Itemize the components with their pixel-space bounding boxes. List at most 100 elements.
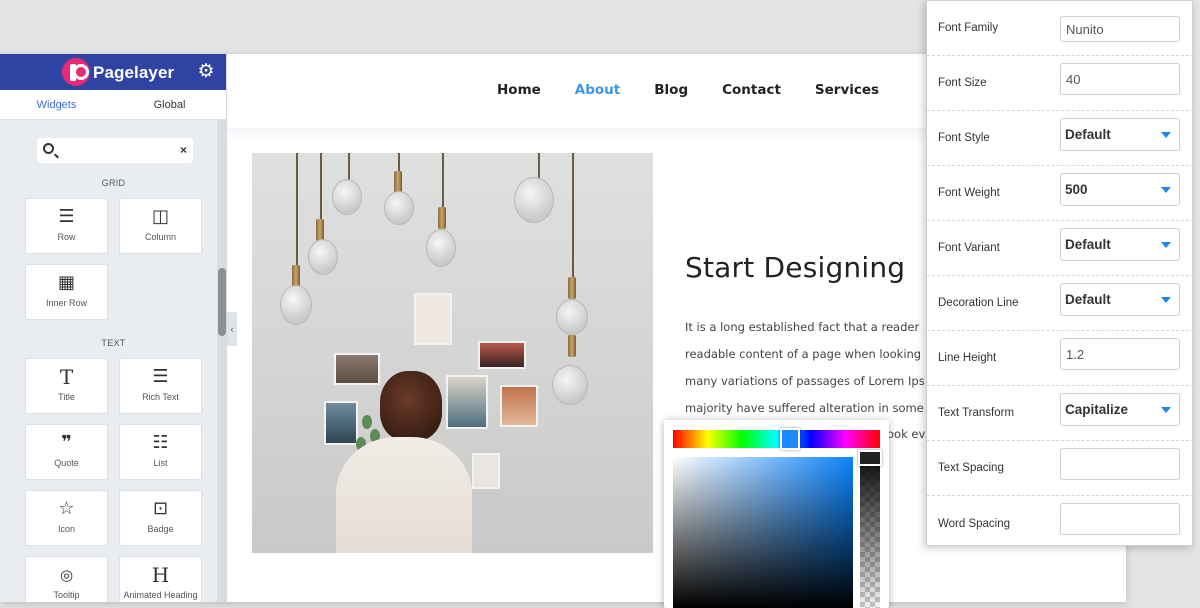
widget-quote[interactable]: ❞ Quote xyxy=(25,424,108,480)
font-size-field[interactable] xyxy=(1060,63,1180,95)
list-icon: ☷ xyxy=(152,432,169,453)
hue-slider[interactable] xyxy=(673,430,880,448)
prop-font-size: Font Size xyxy=(927,56,1194,111)
panel-scrollbar[interactable] xyxy=(217,120,226,602)
tab-widgets[interactable]: Widgets xyxy=(0,90,113,119)
rich-text-icon: ☰ xyxy=(152,366,169,387)
widget-inner-row[interactable]: ▦ Inner Row xyxy=(25,264,108,320)
prop-label: Word Spacing xyxy=(938,517,1011,530)
prop-label: Line Height xyxy=(938,352,997,364)
prop-label: Font Size xyxy=(938,77,987,89)
widget-label: Quote xyxy=(54,458,79,468)
prop-label: Text Transform xyxy=(938,407,1015,419)
font-variant-select[interactable]: Default xyxy=(1060,228,1180,261)
widget-animated-heading[interactable]: H Animated Heading xyxy=(119,556,202,602)
word-spacing-field[interactable] xyxy=(1060,503,1180,535)
prop-font-variant: Font Variant Default xyxy=(927,221,1194,276)
panel-header: Pagelayer ⚙ xyxy=(0,54,226,90)
widget-search: × xyxy=(37,138,193,163)
saturation-field[interactable] xyxy=(673,457,853,608)
brand-name: Pagelayer xyxy=(93,63,175,82)
alpha-slider[interactable] xyxy=(860,457,880,608)
font-weight-select[interactable]: 500 xyxy=(1060,173,1180,206)
font-style-select[interactable]: Default xyxy=(1060,118,1180,151)
title-icon: T xyxy=(59,365,74,389)
tab-global[interactable]: Global xyxy=(113,90,226,119)
widget-label: List xyxy=(153,458,168,468)
nav-services[interactable]: Services xyxy=(815,82,879,98)
widget-label: Column xyxy=(144,232,176,242)
pagelayer-logo-icon xyxy=(62,58,90,86)
nav-contact[interactable]: Contact xyxy=(722,82,781,98)
widget-column[interactable]: ◫ Column xyxy=(119,198,202,254)
prop-label: Font Weight xyxy=(938,187,1000,199)
content-line: readable content of a page when looking xyxy=(685,347,922,361)
search-input[interactable] xyxy=(59,141,171,160)
nav-home[interactable]: Home xyxy=(497,82,541,98)
hue-slider-handle[interactable] xyxy=(780,428,800,450)
alpha-slider-handle[interactable] xyxy=(858,450,882,466)
inner-row-icon: ▦ xyxy=(57,272,75,293)
nav-blog[interactable]: Blog xyxy=(654,82,688,98)
star-icon: ☆ xyxy=(58,498,75,519)
prop-text-spacing: Text Spacing xyxy=(927,441,1194,496)
collapse-panel-handle[interactable]: ‹ xyxy=(227,312,237,346)
widget-label: Title xyxy=(58,392,75,402)
nav-about[interactable]: About xyxy=(575,82,620,98)
prop-label: Font Style xyxy=(938,132,990,144)
decoration-line-select[interactable]: Default xyxy=(1060,283,1180,316)
content-line: many variations of passages of Lorem Ips xyxy=(685,374,925,388)
woman-figure xyxy=(380,371,442,441)
hero-image xyxy=(252,153,653,553)
prop-font-style: Font Style Default xyxy=(927,111,1194,166)
content-line: majority have suffered alteration in som… xyxy=(685,401,924,415)
chevron-down-icon xyxy=(1161,297,1171,303)
widget-label: Row xyxy=(57,232,76,242)
heading-icon: H xyxy=(151,563,170,587)
prop-word-spacing: Word Spacing xyxy=(927,496,1194,551)
chevron-down-icon xyxy=(1161,242,1171,248)
prop-line-height: Line Height xyxy=(927,331,1194,386)
prop-text-transform: Text Transform Capitalize xyxy=(927,386,1194,441)
section-label-grid: GRID xyxy=(101,178,126,188)
select-value: Capitalize xyxy=(1065,402,1129,417)
tooltip-icon: ◎ xyxy=(59,566,74,584)
content-heading[interactable]: Start Designing xyxy=(685,251,905,284)
quote-icon: ❞ xyxy=(61,432,72,453)
chevron-down-icon xyxy=(1161,132,1171,138)
widget-label: Badge xyxy=(147,524,174,534)
typography-panel: Font Family Font Size Font Style Default… xyxy=(926,0,1194,546)
content-line: It is a long established fact that a rea… xyxy=(685,320,920,334)
line-height-field[interactable] xyxy=(1060,338,1180,370)
search-icon xyxy=(43,143,54,154)
prop-label: Font Variant xyxy=(938,242,1000,254)
widget-label: Tooltip xyxy=(53,590,80,600)
chevron-down-icon xyxy=(1161,407,1171,413)
widget-list[interactable]: ☷ List xyxy=(119,424,202,480)
font-family-field[interactable] xyxy=(1060,16,1180,42)
widget-icon[interactable]: ☆ Icon xyxy=(25,490,108,546)
prop-decoration-line: Decoration Line Default xyxy=(927,276,1194,331)
select-value: Default xyxy=(1065,127,1111,142)
columns-icon: ◫ xyxy=(151,206,169,227)
widget-row[interactable]: ☰ Row xyxy=(25,198,108,254)
widget-tooltip[interactable]: ◎ Tooltip xyxy=(25,556,108,602)
widget-title[interactable]: T Title xyxy=(25,358,108,414)
prop-label: Text Spacing xyxy=(938,462,1004,474)
text-transform-select[interactable]: Capitalize xyxy=(1060,393,1180,426)
widget-label: Inner Row xyxy=(45,298,88,308)
select-value: 500 xyxy=(1065,182,1088,197)
select-value: Default xyxy=(1065,292,1111,307)
color-picker xyxy=(664,420,889,608)
badge-icon: ⊡ xyxy=(152,498,169,519)
prop-font-family: Font Family xyxy=(927,1,1194,56)
widget-label: Rich Text xyxy=(142,392,179,402)
widget-panel: Pagelayer ⚙ Widgets Global × GRID ☰ Row … xyxy=(0,54,227,602)
clear-search-icon[interactable]: × xyxy=(180,143,187,157)
widget-badge[interactable]: ⊡ Badge xyxy=(119,490,202,546)
gear-icon[interactable]: ⚙ xyxy=(196,62,216,82)
widget-rich-text[interactable]: ☰ Rich Text xyxy=(119,358,202,414)
scrollbar-thumb[interactable] xyxy=(218,268,226,336)
text-spacing-field[interactable] xyxy=(1060,448,1180,480)
widget-label: Animated Heading xyxy=(123,590,198,600)
